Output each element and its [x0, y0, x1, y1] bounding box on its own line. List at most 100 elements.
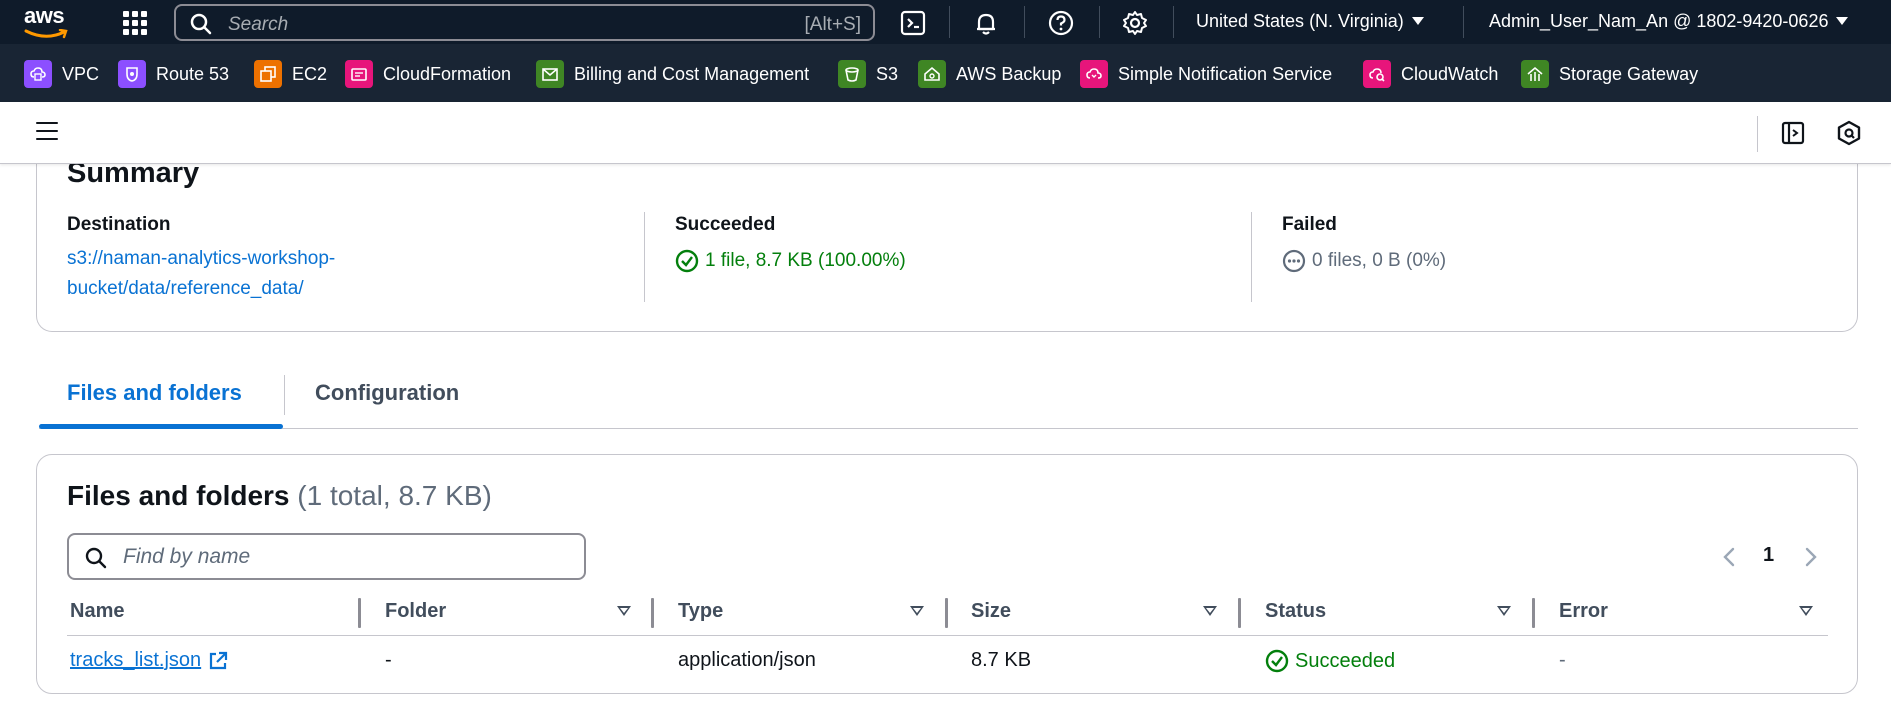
- column-header-type[interactable]: Type: [678, 600, 723, 623]
- help-icon[interactable]: [1047, 9, 1075, 37]
- destination-link[interactable]: s3://naman-analytics-workshop-bucket/dat…: [67, 244, 427, 304]
- files-title: Files and folders (1 total, 8.7 KB): [67, 480, 492, 512]
- column-header-status[interactable]: Status: [1265, 600, 1326, 623]
- file-status: Succeeded: [1265, 649, 1395, 673]
- favorite-label: Simple Notification Service: [1118, 63, 1333, 84]
- column-resizer[interactable]: [1238, 598, 1241, 628]
- amazon-q-icon[interactable]: [1836, 120, 1862, 146]
- favorite-billing[interactable]: Billing and Cost Management: [536, 60, 809, 88]
- nav-divider: [1024, 6, 1025, 38]
- file-error: -: [1559, 649, 1566, 671]
- column-header-size[interactable]: Size: [971, 600, 1011, 623]
- chevron-right-icon[interactable]: [1800, 545, 1822, 569]
- search-placeholder: Search: [228, 14, 289, 35]
- settings-icon[interactable]: [1121, 9, 1149, 37]
- region-label: United States (N. Virginia): [1196, 11, 1404, 31]
- sort-caret-icon[interactable]: [1203, 606, 1217, 616]
- favorite-s3[interactable]: S3: [838, 60, 898, 88]
- column-header-error[interactable]: Error: [1559, 600, 1608, 623]
- column-header-folder[interactable]: Folder: [385, 600, 446, 623]
- column-resizer[interactable]: [1532, 598, 1535, 628]
- favorite-label: Route 53: [156, 63, 230, 84]
- sort-caret-icon[interactable]: [617, 606, 631, 616]
- aws-logo[interactable]: aws: [24, 3, 76, 39]
- tabs-baseline: [39, 428, 1858, 429]
- success-check-icon: [1265, 649, 1289, 673]
- files-title-text: Files and folders: [67, 480, 290, 511]
- services-grid-icon[interactable]: [122, 10, 148, 36]
- favorite-aws-backup[interactable]: AWS Backup: [918, 60, 1061, 88]
- column-header-name[interactable]: Name: [70, 600, 124, 623]
- favorite-sns[interactable]: Simple Notification Service: [1080, 60, 1332, 88]
- file-type: application/json: [678, 649, 816, 671]
- vpc-icon: [24, 60, 52, 88]
- failed-stat: 0 files, 0 B (0%): [1282, 249, 1446, 273]
- backup-icon: [918, 60, 946, 88]
- file-name: tracks_list.json: [70, 649, 202, 671]
- find-by-name-input[interactable]: [123, 543, 563, 571]
- sort-caret-icon[interactable]: [910, 606, 924, 616]
- sns-icon: [1080, 60, 1108, 88]
- sort-caret-icon[interactable]: [1497, 606, 1511, 616]
- cloudwatch-icon: [1363, 60, 1391, 88]
- top-navigation: aws Search [Alt+S] United States (N. Vir…: [0, 0, 1891, 44]
- column-resizer[interactable]: [651, 598, 654, 628]
- favorite-label: S3: [876, 63, 899, 84]
- billing-icon: [536, 60, 564, 88]
- column-resizer[interactable]: [358, 598, 361, 628]
- favorite-label: AWS Backup: [956, 63, 1062, 84]
- table-header-divider: [67, 635, 1828, 636]
- file-folder: -: [385, 649, 392, 671]
- sort-caret-icon[interactable]: [1799, 606, 1813, 616]
- favorite-storage-gateway[interactable]: Storage Gateway: [1521, 60, 1698, 88]
- account-menu[interactable]: Admin_User_Nam_An @ 1802-9420-0626: [1489, 11, 1849, 32]
- find-by-name-field[interactable]: [67, 533, 586, 580]
- s3-bucket-icon: [838, 60, 866, 88]
- favorites-bar: VPC Route 53 EC2 CloudFormation Billing …: [0, 44, 1891, 102]
- file-status-label: Succeeded: [1295, 649, 1396, 672]
- succeeded-value: 1 file, 8.7 KB (100.00%): [705, 250, 906, 271]
- cloudshell-icon[interactable]: [899, 9, 927, 37]
- file-name-link[interactable]: tracks_list.json: [70, 649, 229, 672]
- nav-divider: [949, 6, 950, 38]
- chevron-down-icon: [1836, 17, 1849, 25]
- aws-logo-text: aws: [24, 3, 65, 28]
- pending-dots-icon: [1282, 249, 1306, 273]
- file-size: 8.7 KB: [971, 649, 1032, 671]
- tab-configuration[interactable]: Configuration: [315, 380, 459, 406]
- account-label: Admin_User_Nam_An @ 1802-9420-0626: [1489, 11, 1829, 31]
- utility-bar: [0, 102, 1891, 164]
- aws-smile-icon: [24, 28, 68, 39]
- hamburger-menu-icon[interactable]: [36, 122, 58, 142]
- page-number[interactable]: 1: [1763, 544, 1774, 567]
- storage-gateway-icon: [1521, 60, 1549, 88]
- side-panel-icon[interactable]: [1780, 120, 1806, 146]
- succeeded-label: Succeeded: [675, 214, 776, 235]
- utility-divider: [1757, 116, 1758, 152]
- nav-divider: [1099, 6, 1100, 38]
- column-divider: [1251, 212, 1252, 302]
- favorite-label: CloudFormation: [383, 63, 512, 84]
- favorite-ec2[interactable]: EC2: [254, 60, 327, 88]
- failed-label: Failed: [1282, 214, 1337, 235]
- favorite-vpc[interactable]: VPC: [24, 60, 99, 88]
- region-selector[interactable]: United States (N. Virginia): [1196, 11, 1424, 32]
- favorite-label: VPC: [62, 63, 100, 84]
- chevron-down-icon: [1411, 17, 1424, 25]
- ec2-icon: [254, 60, 282, 88]
- favorite-route53[interactable]: Route 53: [118, 60, 229, 88]
- active-tab-indicator: [39, 424, 283, 429]
- tab-files-and-folders[interactable]: Files and folders: [67, 380, 242, 406]
- chevron-left-icon[interactable]: [1718, 545, 1740, 569]
- search-shortcut: [Alt+S]: [804, 14, 862, 35]
- favorite-cloudwatch[interactable]: CloudWatch: [1363, 60, 1498, 88]
- favorite-cloudformation[interactable]: CloudFormation: [345, 60, 511, 88]
- search-icon: [190, 13, 212, 35]
- favorite-label: Billing and Cost Management: [574, 63, 810, 84]
- global-search-input[interactable]: Search [Alt+S]: [174, 4, 875, 41]
- failed-value: 0 files, 0 B (0%): [1312, 250, 1447, 271]
- succeeded-stat: 1 file, 8.7 KB (100.00%): [675, 249, 906, 273]
- search-icon: [85, 547, 107, 569]
- column-resizer[interactable]: [945, 598, 948, 628]
- bell-icon[interactable]: [972, 9, 1000, 37]
